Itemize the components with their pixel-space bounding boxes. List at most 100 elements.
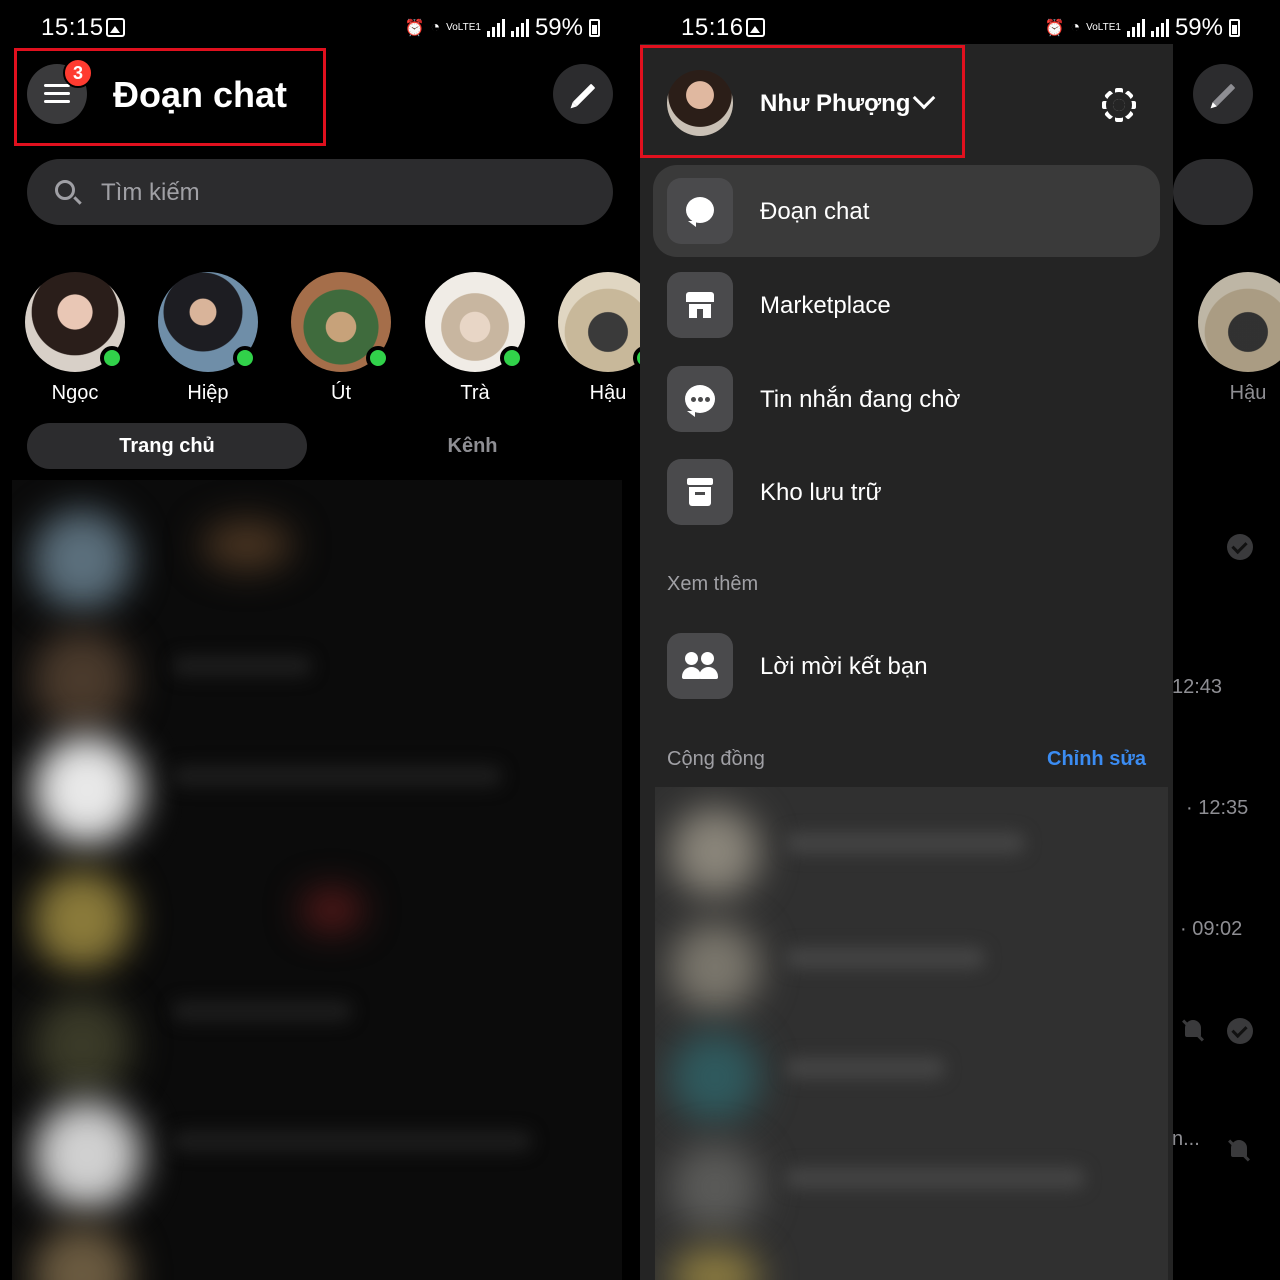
menu-item-marketplace[interactable]: Marketplace (653, 259, 1160, 351)
menu-item-icon-box (667, 366, 733, 432)
story-list: Ngọc Hiệp Út Trà Hậu (0, 272, 640, 412)
wifi-icon: ◔ (1070, 19, 1081, 36)
search-placeholder: Tìm kiếm (101, 179, 200, 206)
highlight-box (640, 45, 965, 158)
edit-community-link[interactable]: Chỉnh sửa (1047, 748, 1146, 771)
settings-gear-icon[interactable] (1102, 88, 1136, 122)
volte-label: VoLTE1 (446, 22, 481, 33)
chat-time: · 09:02 (1180, 918, 1243, 940)
menu-item-icon-box (667, 459, 733, 525)
blurred-avatar (32, 1100, 142, 1210)
avatar (1198, 272, 1280, 372)
chat-bubble-icon (686, 197, 714, 227)
blurred-avatar (32, 1225, 132, 1280)
side-drawer: Như Phượng Đoạn chat Marketplace Tin nhắ… (640, 44, 1173, 1280)
section-see-more: Xem thêm (667, 573, 759, 595)
search-bar[interactable]: Tìm kiếm (27, 159, 613, 225)
blurred-content (302, 890, 362, 930)
community-list-blurred (655, 787, 1168, 1280)
wifi-icon: ◔ (430, 19, 441, 36)
blurred-avatar (32, 630, 132, 730)
gallery-icon (746, 18, 765, 37)
story-item[interactable]: Trà (420, 272, 530, 405)
battery-icon (1229, 19, 1240, 37)
menu-item-label: Tin nhắn đang chờ (760, 386, 961, 413)
story-item[interactable]: Ngọc (20, 272, 130, 405)
blurred-avatar (32, 995, 132, 1095)
chat-time: · 12:35 (1186, 797, 1249, 819)
signal-icon (1126, 19, 1145, 37)
battery-icon (589, 19, 600, 37)
battery-percent: 59% (534, 14, 583, 41)
avatar (25, 272, 125, 372)
online-dot (500, 346, 524, 370)
avatar (291, 272, 391, 372)
pencil-icon (572, 83, 596, 107)
menu-item-message-requests[interactable]: Tin nhắn đang chờ (653, 353, 1160, 445)
story-name: Hậu (589, 382, 627, 404)
story-item[interactable]: Hiệp (153, 272, 263, 405)
muted-bell-icon (1181, 1018, 1205, 1042)
status-time: 15:15 (41, 14, 104, 41)
menu-item-label: Lời mời kết bạn (760, 653, 928, 680)
online-dot (366, 346, 390, 370)
menu-item-chats[interactable]: Đoạn chat (653, 165, 1160, 257)
story-name: Hậu (1229, 382, 1267, 404)
read-check-icon (1227, 534, 1253, 560)
section-community: Cộng đồng (667, 748, 765, 770)
menu-item-label: Đoạn chat (760, 198, 870, 225)
menu-item-label: Marketplace (760, 292, 891, 319)
battery-percent: 59% (1174, 14, 1223, 41)
archive-icon (687, 478, 713, 506)
menu-item-friend-requests[interactable]: Lời mời kết bạn (653, 620, 1160, 712)
system-icons: ⏰ ◔ VoLTE1 59% (1045, 14, 1240, 42)
avatar (425, 272, 525, 372)
read-check-icon (1227, 1018, 1253, 1044)
tab-channels[interactable]: Kênh (400, 423, 545, 469)
avatar (158, 272, 258, 372)
story-name: Trà (460, 382, 490, 404)
alarm-icon: ⏰ (404, 20, 425, 37)
blurred-avatar (32, 735, 142, 845)
search-icon (55, 180, 75, 200)
story-item[interactable]: Hậu (553, 272, 640, 405)
signal-icon (486, 19, 505, 37)
highlight-box (14, 48, 326, 146)
story-name: Ngọc (51, 382, 99, 404)
menu-item-archive[interactable]: Kho lưu trữ (653, 446, 1160, 538)
pencil-icon (1212, 83, 1236, 107)
story-item[interactable]: Út (286, 272, 396, 405)
volte-label: VoLTE1 (1086, 22, 1121, 33)
online-dot (233, 346, 257, 370)
story-name: Hiệp (187, 382, 229, 404)
blurred-avatar (32, 510, 132, 610)
menu-item-icon-box (667, 633, 733, 699)
status-time: 15:16 (681, 14, 744, 41)
compose-button[interactable] (553, 64, 613, 124)
muted-bell-icon (1227, 1138, 1251, 1162)
signal-icon-2 (1150, 19, 1169, 37)
menu-item-label: Kho lưu trữ (760, 479, 882, 506)
right-screen: 15:16 ⏰ ◔ VoLTE1 59% Hậu 12:43 · 12:35 ·… (640, 0, 1280, 1280)
left-screen: 15:15 ⏰ ◔ VoLTE1 59% 3 Đoạn chat Tìm kiế… (0, 0, 640, 1280)
chat-list-blurred (12, 480, 622, 1280)
story-name: Út (331, 382, 351, 404)
blurred-content (202, 520, 292, 570)
blurred-avatar (32, 870, 132, 970)
system-icons: ⏰ ◔ VoLTE1 59% (405, 14, 600, 42)
compose-button (1193, 64, 1253, 124)
chat-snippet: n... (1172, 1128, 1200, 1150)
search-bar-partial (1173, 159, 1253, 225)
tab-home[interactable]: Trang chủ (27, 423, 307, 469)
chat-time: 12:43 (1172, 676, 1223, 698)
signal-icon-2 (510, 19, 529, 37)
people-icon (682, 652, 718, 680)
story-item-partial: Hậu (1193, 272, 1280, 405)
online-dot (100, 346, 124, 370)
message-dots-icon (685, 385, 715, 417)
avatar (558, 272, 640, 372)
store-icon (686, 292, 714, 318)
online-dot (633, 346, 640, 370)
menu-item-icon-box (667, 178, 733, 244)
gallery-icon (106, 18, 125, 37)
